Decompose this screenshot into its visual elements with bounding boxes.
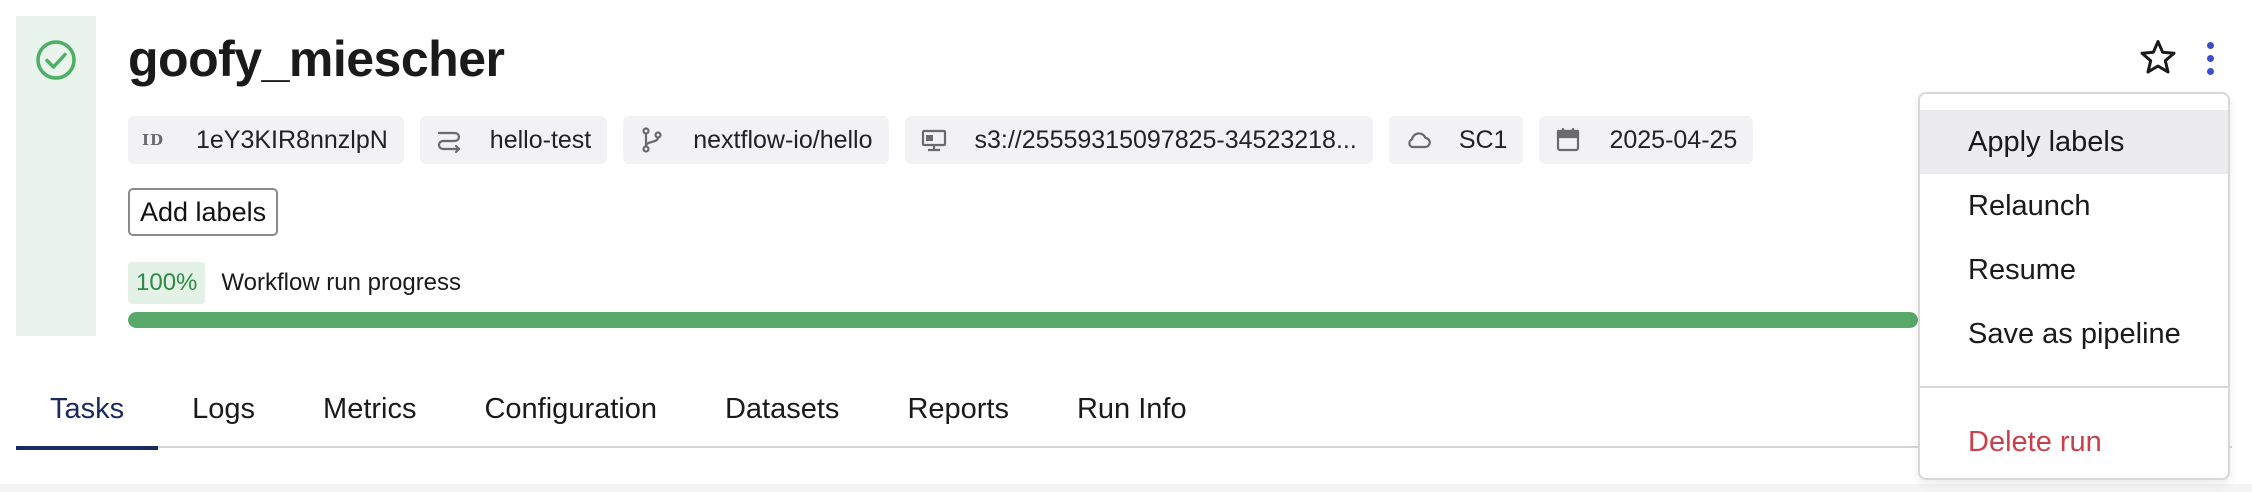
calendar-icon bbox=[1553, 125, 1583, 155]
id-icon: ID bbox=[142, 131, 165, 149]
date-chip: 2025-04-25 bbox=[1539, 116, 1754, 164]
tab-datasets[interactable]: Datasets bbox=[691, 370, 873, 448]
tab-configuration[interactable]: Configuration bbox=[450, 370, 691, 448]
tab-run-info[interactable]: Run Info bbox=[1043, 370, 1221, 448]
workdir-icon bbox=[919, 125, 949, 155]
run-id-chip: ID 1eY3KIR8nnzlpN bbox=[128, 116, 404, 164]
tab-tasks[interactable]: Tasks bbox=[16, 370, 159, 450]
run-title: goofy_miescher bbox=[128, 31, 505, 87]
kebab-dot-icon bbox=[2206, 41, 2214, 49]
workflow-name: hello-test bbox=[489, 125, 592, 154]
workflow-chip[interactable]: hello-test bbox=[419, 116, 608, 164]
kebab-dot-icon bbox=[2206, 67, 2214, 75]
star-icon bbox=[2140, 40, 2176, 74]
workflow-icon bbox=[434, 125, 464, 155]
menu-item-resume[interactable]: Resume bbox=[1920, 238, 2228, 302]
star-button[interactable] bbox=[2134, 34, 2182, 82]
progress-percent-badge: 100% bbox=[128, 262, 206, 304]
kebab-dot-icon bbox=[2206, 54, 2214, 62]
progress-bar-fill bbox=[128, 312, 1918, 328]
compute-env-name: SC1 bbox=[1458, 125, 1508, 154]
repository-chip[interactable]: nextflow-io/hello bbox=[623, 116, 889, 164]
run-actions-menu: Apply labels Relaunch Resume Save as pip… bbox=[1918, 92, 2230, 480]
git-branch-icon bbox=[637, 125, 667, 155]
run-tabs: Tasks Logs Metrics Configuration Dataset… bbox=[16, 370, 2232, 450]
menu-item-delete-run[interactable]: Delete run bbox=[1920, 410, 2228, 474]
compute-env-chip[interactable]: SC1 bbox=[1388, 116, 1524, 164]
tab-metrics[interactable]: Metrics bbox=[289, 370, 450, 448]
run-status-strip bbox=[16, 16, 96, 336]
progress-label: Workflow run progress bbox=[221, 269, 462, 296]
check-circle-icon bbox=[36, 40, 76, 80]
menu-item-save-as-pipeline[interactable]: Save as pipeline bbox=[1920, 302, 2228, 366]
tab-logs[interactable]: Logs bbox=[158, 370, 289, 448]
content-edge bbox=[0, 484, 2252, 492]
menu-item-relaunch[interactable]: Relaunch bbox=[1920, 174, 2228, 238]
cloud-icon bbox=[1403, 125, 1433, 155]
progress-header: 100% Workflow run progress bbox=[128, 262, 461, 304]
repository-name: nextflow-io/hello bbox=[693, 125, 873, 154]
workdir-path: s3://25559315097825-34523218... bbox=[974, 125, 1357, 154]
add-labels-button[interactable]: Add labels bbox=[128, 188, 279, 236]
workdir-chip[interactable]: s3://25559315097825-34523218... bbox=[904, 116, 1373, 164]
more-actions-button[interactable] bbox=[2196, 34, 2224, 82]
run-metadata-chips: ID 1eY3KIR8nnzlpN hello-test nextflow-io… bbox=[128, 116, 1754, 164]
menu-divider bbox=[1920, 386, 2228, 388]
progress-bar bbox=[128, 312, 1918, 328]
run-date: 2025-04-25 bbox=[1609, 125, 1738, 154]
menu-item-apply-labels[interactable]: Apply labels bbox=[1920, 110, 2228, 174]
run-id-value: 1eY3KIR8nnzlpN bbox=[196, 125, 388, 154]
tab-reports[interactable]: Reports bbox=[873, 370, 1043, 448]
